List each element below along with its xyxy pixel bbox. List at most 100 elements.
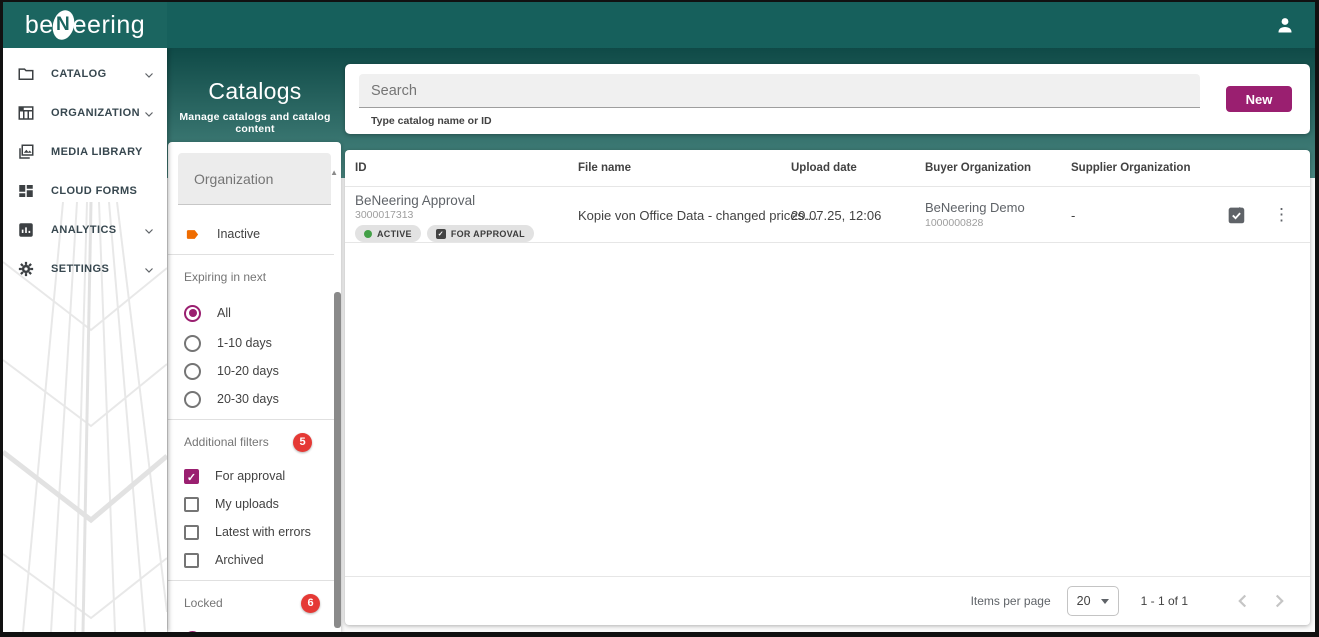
app-viewport: be Neering CATALOG ORGANIZATION MEDIA LI… (3, 2, 1315, 632)
sidebar-item-label: CLOUD FORMS (51, 184, 138, 197)
previous-page-icon[interactable] (1232, 590, 1254, 612)
col-header-buyer-organization: Buyer Organization (925, 162, 1032, 174)
sidebar-item-label: MEDIA LIBRARY (51, 145, 143, 158)
row-actions: ⋮ (1225, 204, 1290, 226)
new-catalog-button[interactable]: New (1226, 86, 1292, 112)
divider (168, 254, 334, 255)
checkbox-my-uploads[interactable]: My uploads (168, 490, 334, 518)
radio-expiring-20-30[interactable]: 20-30 days (168, 385, 334, 413)
catalog-name: BeNeering Approval (355, 193, 476, 208)
radio-expiring-10-20[interactable]: 10-20 days (168, 357, 334, 385)
table-row[interactable]: BeNeering Approval 3000017313 ACTIVE ✓ F… (345, 187, 1310, 243)
checkbox-latest-with-errors[interactable]: Latest with errors (168, 518, 334, 546)
filter-option-label: Inactive (217, 227, 261, 241)
page-title: Catalogs (208, 78, 302, 104)
sidebar-item-catalog[interactable]: CATALOG (3, 54, 167, 93)
approval-clipboard-icon[interactable] (1225, 204, 1247, 226)
items-per-page-value: 20 (1076, 594, 1091, 608)
cloud-forms-icon (17, 182, 35, 200)
clipboard-check-icon: ✓ (435, 228, 446, 239)
locked-count-badge: 6 (301, 593, 320, 613)
sidebar-item-analytics[interactable]: ANALYTICS (3, 210, 167, 249)
analytics-icon (17, 221, 35, 239)
page-header: Catalogs Manage catalogs and catalog con… (167, 78, 343, 135)
scroll-up-arrow-icon[interactable]: ▲ (330, 168, 338, 177)
sidebar-nav: CATALOG ORGANIZATION MEDIA LIBRARY CLOUD… (3, 48, 167, 632)
logo-text-suffix: eering (72, 10, 146, 39)
sidebar-item-label: ORGANIZATION (51, 106, 140, 119)
media-library-icon (17, 143, 35, 161)
search-helper-text: Type catalog name or ID (371, 115, 492, 127)
sidebar-item-label: SETTINGS (51, 262, 110, 275)
status-badges: ACTIVE ✓ FOR APPROVAL (355, 225, 534, 242)
additional-filters-section-label: Additional filters 5 (168, 426, 334, 458)
catalog-id-cell: BeNeering Approval 3000017313 ACTIVE ✓ F… (355, 193, 534, 242)
col-header-supplier-organization: Supplier Organization (1071, 162, 1191, 174)
pagination-range-label: 1 - 1 of 1 (1140, 594, 1188, 608)
dropdown-arrow-icon (1100, 598, 1109, 604)
search-field-wrap: Type catalog name or ID (359, 74, 1200, 127)
checkbox-icon (184, 496, 199, 512)
user-account-icon[interactable] (1273, 13, 1297, 37)
buyer-name: BeNeering Demo (925, 200, 1025, 215)
sidebar-item-organization[interactable]: ORGANIZATION (3, 93, 167, 132)
radio-selected-icon (184, 630, 201, 632)
col-header-id: ID (355, 162, 367, 174)
upload-date-cell: 29.07.25, 12:06 (791, 208, 882, 223)
top-app-bar: be Neering (3, 2, 1315, 48)
sidebar-item-label: ANALYTICS (51, 223, 117, 236)
chevron-down-icon (143, 224, 155, 236)
filter-scrollbar-thumb[interactable] (334, 292, 341, 628)
divider (168, 580, 334, 581)
checkbox-icon (184, 552, 199, 568)
radio-expiring-all[interactable]: All (168, 299, 334, 327)
filter-option-inactive[interactable]: Inactive (168, 220, 334, 248)
label-icon (184, 227, 201, 242)
buyer-organization-cell: BeNeering Demo 1000000828 (925, 200, 1025, 229)
next-page-icon[interactable] (1268, 590, 1290, 612)
status-badge-active: ACTIVE (355, 225, 421, 242)
chevron-down-icon (143, 107, 155, 119)
radio-icon (184, 362, 201, 380)
buyer-id: 1000000828 (925, 217, 984, 229)
filter-list: Inactive Expiring in next All 1-10 days … (168, 214, 334, 632)
checkbox-for-approval[interactable]: ✓ For approval (168, 462, 334, 490)
settings-gear-icon (17, 260, 35, 278)
logo-block[interactable]: be Neering (3, 2, 167, 48)
catalog-id: 3000017313 (355, 209, 414, 221)
status-badge-for-approval: ✓ FOR APPROVAL (426, 225, 534, 242)
sidebar-item-cloud-forms[interactable]: CLOUD FORMS (3, 171, 167, 210)
catalog-table-card: ID File name Upload date Buyer Organizat… (345, 150, 1310, 625)
divider (168, 419, 334, 420)
radio-selected-icon (184, 304, 201, 322)
items-per-page-select[interactable]: 20 (1066, 586, 1119, 616)
chevron-down-icon (143, 263, 155, 275)
sidebar-item-label: CATALOG (51, 67, 107, 80)
locked-section-label: Locked 6 (168, 587, 334, 619)
table-footer: Items per page 20 1 - 1 of 1 (345, 576, 1310, 625)
sidebar-item-settings[interactable]: SETTINGS (3, 249, 167, 288)
items-per-page-label: Items per page (970, 594, 1051, 608)
kebab-menu-icon[interactable]: ⋮ (1273, 204, 1290, 226)
radio-locked-all[interactable]: All (168, 625, 334, 632)
search-input[interactable] (359, 74, 1200, 108)
checkbox-icon (184, 524, 199, 540)
checkbox-archived[interactable]: Archived (168, 546, 334, 574)
radio-expiring-1-10[interactable]: 1-10 days (168, 329, 334, 357)
additional-filters-count-badge: 5 (293, 432, 312, 452)
checkbox-checked-icon: ✓ (184, 468, 199, 484)
sidebar-item-media-library[interactable]: MEDIA LIBRARY (3, 132, 167, 171)
logo-text-prefix: be (24, 10, 54, 39)
page-subtitle: Manage catalogs and catalog content (179, 111, 331, 135)
filter-panel: ▲ Inactive Expiring in next All 1-10 day… (168, 142, 341, 632)
col-header-upload-date: Upload date (791, 162, 857, 174)
table-header-row: ID File name Upload date Buyer Organizat… (345, 150, 1310, 187)
organization-filter-input[interactable] (178, 153, 331, 205)
col-header-file-name: File name (578, 162, 632, 174)
chevron-down-icon (143, 68, 155, 80)
beneering-logo: be Neering (24, 7, 146, 43)
search-card: Type catalog name or ID New (345, 64, 1310, 134)
supplier-organization-cell: - (1071, 208, 1076, 223)
radio-icon (184, 334, 201, 352)
organization-icon (17, 104, 35, 122)
